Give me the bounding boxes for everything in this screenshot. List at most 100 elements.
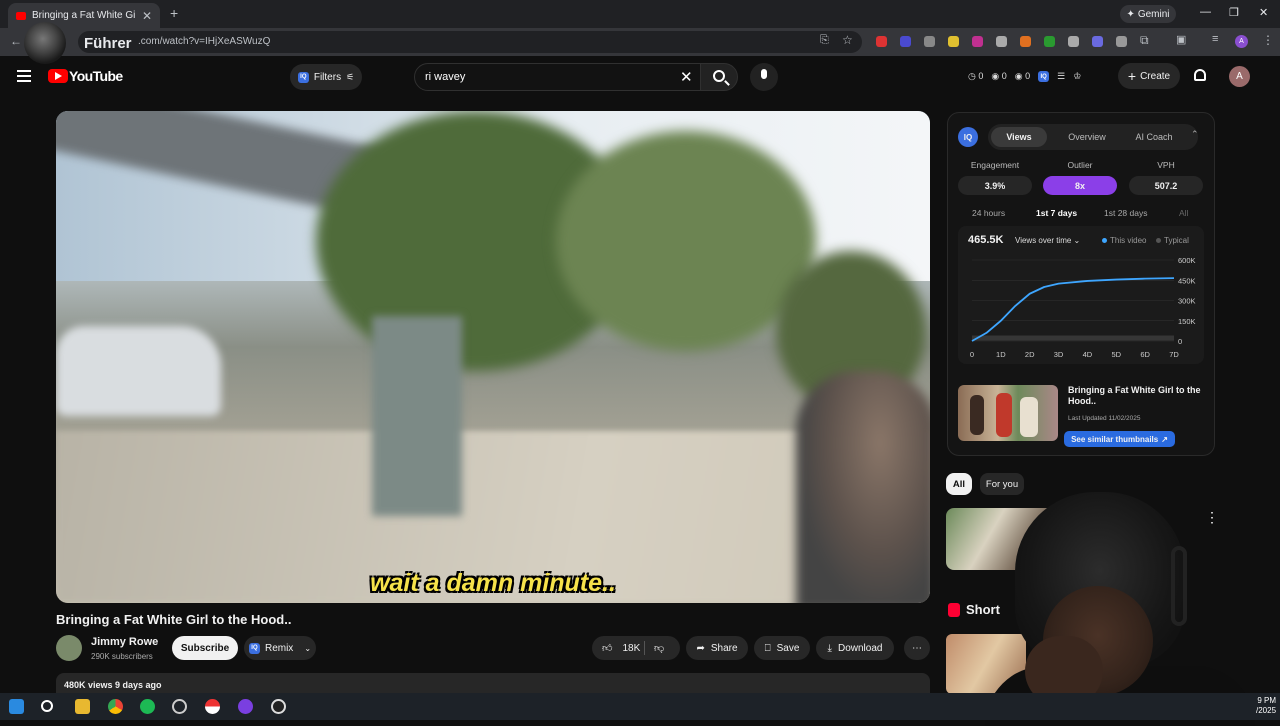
see-similar-thumbnails-button[interactable]: See similar thumbnails ↗ [1064, 431, 1175, 447]
browser-menu-icon[interactable]: ⋮ [1262, 33, 1274, 47]
video-frame-car [56, 326, 221, 416]
panel-tabs: Views Overview AI Coach [988, 124, 1198, 150]
pokeball-icon[interactable] [205, 699, 220, 714]
divider [644, 641, 645, 655]
more-actions-button[interactable]: ⋯ [904, 636, 930, 660]
minimize-icon[interactable]: — [1200, 6, 1211, 18]
extension-icon[interactable] [1020, 36, 1031, 47]
download-button[interactable]: ⤓ Download [816, 636, 894, 660]
create-button[interactable]: + Create [1118, 63, 1180, 89]
account-avatar[interactable]: A [1229, 66, 1250, 87]
save-button[interactable]: ⎕ Save [754, 636, 810, 660]
description-box[interactable]: 480K views 9 days ago [56, 673, 930, 693]
close-tab-icon[interactable]: ✕ [142, 9, 152, 23]
notifications-bell-icon[interactable] [1194, 69, 1206, 81]
url-text: .com/watch?v=IHjXeASWuzQ [138, 36, 271, 47]
range-all[interactable]: All [1179, 208, 1188, 218]
maximize-icon[interactable]: ❐ [1229, 6, 1239, 19]
list-icon[interactable]: ☰ [1057, 71, 1065, 82]
profile-avatar[interactable]: A [1235, 35, 1248, 48]
back-icon[interactable]: ← [10, 34, 22, 48]
search-icon [713, 70, 725, 82]
obs-icon[interactable] [172, 699, 187, 714]
extension-icon[interactable] [1116, 36, 1127, 47]
similar-label: See similar thumbnails [1071, 434, 1159, 444]
range-24-hours[interactable]: 24 hours [972, 208, 1005, 218]
file-explorer-icon[interactable] [75, 699, 90, 714]
extension-icon[interactable] [876, 36, 887, 47]
extension-icon[interactable] [900, 36, 911, 47]
search-button[interactable] [700, 63, 738, 91]
chip-all[interactable]: All [946, 473, 972, 495]
remix-label: Remix [264, 642, 294, 654]
extension-icon[interactable] [996, 36, 1007, 47]
chrome-icon[interactable] [108, 699, 123, 714]
browser-tab[interactable]: Bringing a Fat White Girl to ✕ [8, 3, 160, 28]
thumbs-down-icon[interactable]: 👎︎ [654, 642, 664, 654]
channel-avatar[interactable] [56, 635, 82, 661]
close-window-icon[interactable]: ✕ [1259, 6, 1268, 19]
collapse-chevron-icon[interactable]: ⌃ [1191, 129, 1199, 140]
create-label: Create [1140, 70, 1171, 82]
remix-button[interactable]: IQ Remix ⌄ [244, 636, 316, 660]
youtube-logo-icon[interactable] [48, 69, 68, 83]
browser-tab-strip: Bringing a Fat White Girl to ✕ + ✦ Gemin… [0, 0, 1280, 28]
video-thumbnail[interactable] [958, 385, 1058, 441]
trophy-icon[interactable]: ♔ [1073, 71, 1081, 82]
channel-name[interactable]: Jimmy Rowe [91, 636, 158, 648]
vidiq-icon[interactable]: IQ [1038, 71, 1050, 82]
gemini-button[interactable]: ✦ Gemini [1120, 5, 1176, 23]
clock-date: /2025 [1256, 706, 1277, 715]
vidiq-mini-stats[interactable]: ◷ 0 ◉ 0 ◉ 0 IQ ☰ ♔ [968, 71, 1081, 82]
youtube-logo-text[interactable]: YouTube [69, 68, 123, 84]
video-player[interactable]: wait a damn minute.. [56, 111, 930, 603]
app-icon[interactable] [238, 699, 253, 714]
tab-overview[interactable]: Overview [1058, 127, 1116, 147]
y-tick-label: 600K [1178, 256, 1196, 265]
video-caption: wait a damn minute.. [370, 569, 616, 597]
like-count[interactable]: 18K [622, 643, 640, 654]
hamburger-menu-icon[interactable] [17, 70, 31, 82]
stat-item: ◉ 0 [1014, 71, 1031, 81]
video-title: Bringing a Fat White Girl to the Hood.. [56, 612, 292, 627]
extension-icon[interactable] [1044, 36, 1055, 47]
webcam-overlay [985, 486, 1255, 726]
new-tab-icon[interactable]: + [170, 5, 178, 21]
filters-button[interactable]: IQ Filters ⚟ [290, 64, 362, 90]
share-button[interactable]: ➦ Share [686, 636, 748, 660]
windows-start-icon[interactable] [9, 699, 24, 714]
clear-search-icon[interactable]: ✕ [680, 68, 693, 86]
extension-icon[interactable] [972, 36, 983, 47]
spotify-icon[interactable] [140, 699, 155, 714]
subscriber-count: 290K subscribers [91, 652, 153, 661]
range-1st-28-days[interactable]: 1st 28 days [1104, 208, 1147, 218]
thumbs-up-icon[interactable]: 👍︎ [602, 642, 612, 654]
tab-views[interactable]: Views [991, 127, 1047, 147]
taskbar-search-icon[interactable] [41, 700, 53, 712]
tab-ai-coach[interactable]: AI Coach [1124, 127, 1184, 147]
tab-title: Bringing a Fat White Girl to [32, 10, 136, 21]
x-tick-label: 3D [1054, 350, 1064, 359]
share-arrow-icon: ➦ [696, 642, 705, 654]
app-icon[interactable] [271, 699, 286, 714]
share-label: Share [710, 642, 738, 654]
search-input[interactable]: ri wavey [414, 63, 702, 91]
extension-icon[interactable] [1092, 36, 1103, 47]
extensions-puzzle-icon[interactable]: ⧉ [1140, 33, 1149, 48]
install-icon[interactable]: ⎘ [820, 34, 829, 47]
subscribe-button[interactable]: Subscribe [172, 636, 238, 660]
x-tick-label: 0 [970, 350, 974, 359]
x-tick-label: 1D [996, 350, 1006, 359]
extension-icon[interactable] [948, 36, 959, 47]
media-control-icon[interactable]: ≡ [1212, 33, 1218, 45]
range-1st-7-days[interactable]: 1st 7 days [1036, 208, 1077, 218]
bookmark-star-icon[interactable]: ☆ [842, 33, 853, 47]
voice-search-button[interactable] [750, 63, 778, 91]
vidiq-stats-panel: IQ Views Overview AI Coach ⌃ Engagement … [947, 112, 1215, 456]
address-bar[interactable]: .com/watch?v=IHjXeASWuzQ [78, 31, 862, 53]
overlay-name-label: Führer [84, 35, 132, 52]
thumbnail-figure [1020, 397, 1038, 437]
extension-icon[interactable] [1068, 36, 1079, 47]
extension-icon[interactable] [924, 36, 935, 47]
side-panel-icon[interactable]: ▣ [1176, 33, 1186, 46]
